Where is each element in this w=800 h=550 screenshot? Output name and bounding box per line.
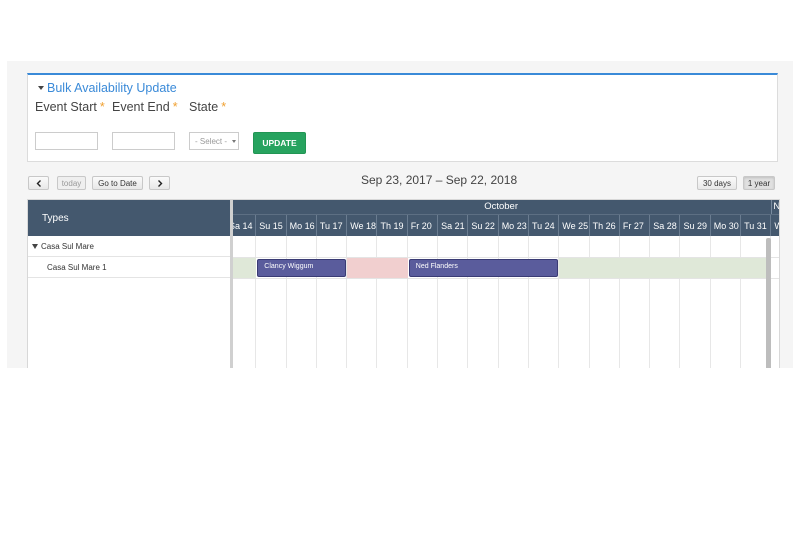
day-header-cell: Sa 21 <box>438 215 469 236</box>
resource-group-row[interactable]: Casa Sul Mare <box>28 236 230 257</box>
next-button[interactable] <box>149 176 170 190</box>
day-header-cell: Th 26 <box>590 215 620 236</box>
required-mark: * <box>172 100 178 114</box>
unavailability-band[interactable] <box>347 258 408 278</box>
day-grid-column[interactable] <box>559 236 590 368</box>
day-grid-column[interactable] <box>771 236 779 368</box>
caret-down-icon <box>38 86 44 90</box>
day-header-cell: Tu 31 <box>741 215 772 236</box>
row-line <box>233 278 779 279</box>
timeline: OctoberN Sa 14Su 15Mo 16Tu 17We 18Th 19F… <box>233 200 779 368</box>
day-header-cell: Sa 14 <box>233 215 257 236</box>
day-header-cell: Tu 17 <box>317 215 348 236</box>
event-end-label: Event End * <box>112 100 178 114</box>
day-header-cell: Mo 23 <box>499 215 529 236</box>
state-select[interactable]: - Select - <box>189 132 239 150</box>
day-grid-column[interactable] <box>347 236 378 368</box>
day-header-cell: Su 29 <box>681 215 711 236</box>
prev-button[interactable] <box>28 176 49 190</box>
scheduler: Types Casa Sul Mare Casa Sul Mare 1 Octo… <box>27 199 780 368</box>
day-header-cell: W <box>771 215 779 236</box>
resource-row[interactable]: Casa Sul Mare 1 <box>28 257 230 278</box>
day-grid-column[interactable] <box>317 236 348 368</box>
day-header-cell: Su 15 <box>256 215 287 236</box>
bulk-update-toggle[interactable]: Bulk Availability Update <box>38 81 177 95</box>
day-header-cell: Mo 16 <box>287 215 317 236</box>
state-label: State * <box>189 100 227 114</box>
date-range-title: Sep 23, 2017 – Sep 22, 2018 <box>361 173 518 187</box>
availability-band[interactable] <box>233 258 257 278</box>
day-grid-column[interactable] <box>468 236 499 368</box>
day-grid-column[interactable] <box>529 236 560 368</box>
day-header-cell: Sa 28 <box>650 215 681 236</box>
day-header-cell: Tu 24 <box>529 215 560 236</box>
dropdown-arrow-icon <box>232 139 237 143</box>
day-grid-column[interactable] <box>408 236 439 368</box>
day-header-cell: Fr 20 <box>408 215 439 236</box>
resource-column: Casa Sul Mare Casa Sul Mare 1 <box>28 236 231 368</box>
app-container: Bulk Availability Update Event Start * Ev… <box>7 61 793 368</box>
day-header-cell: Mo 30 <box>711 215 742 236</box>
chevron-left-icon <box>36 179 41 187</box>
update-button[interactable]: UPDATE <box>253 132 306 154</box>
day-header-cell: Su 22 <box>468 215 499 236</box>
day-grid-column[interactable] <box>287 236 317 368</box>
month-header-row: October N <box>233 200 779 215</box>
availability-band[interactable] <box>559 258 768 278</box>
go-to-date-button[interactable]: Go to Date <box>92 176 143 190</box>
month-label: N <box>773 201 779 212</box>
month-label: October <box>484 201 518 212</box>
today-button[interactable]: today <box>57 176 86 190</box>
day-grid-column[interactable] <box>590 236 620 368</box>
day-grid-column[interactable] <box>620 236 651 368</box>
bulk-update-title: Bulk Availability Update <box>47 81 177 95</box>
resource-label: Casa Sul Mare 1 <box>47 262 107 272</box>
resource-group-label: Casa Sul Mare <box>41 241 94 251</box>
day-header-cell: We 18 <box>347 215 378 236</box>
event-end-input[interactable] <box>112 132 175 150</box>
view-30-days-button[interactable]: 30 days <box>697 176 737 190</box>
day-grid-column[interactable] <box>650 236 681 368</box>
chevron-right-icon <box>157 179 162 187</box>
vertical-scrollbar[interactable] <box>766 238 771 368</box>
day-grid-column[interactable] <box>233 236 257 368</box>
booking-event[interactable]: Clancy Wiggum <box>257 259 347 277</box>
day-grid-column[interactable] <box>499 236 529 368</box>
day-grid-column[interactable] <box>681 236 711 368</box>
day-header-cell: Th 19 <box>378 215 408 236</box>
booking-event[interactable]: Ned Flanders <box>408 259 559 277</box>
required-mark: * <box>221 100 227 114</box>
expand-triangle-icon[interactable] <box>32 243 38 249</box>
event-start-input[interactable] <box>35 132 98 150</box>
day-grid-column[interactable] <box>711 236 742 368</box>
day-grid-column[interactable] <box>378 236 408 368</box>
day-header-cell: We 25 <box>559 215 590 236</box>
day-header-cell: Fr 27 <box>620 215 651 236</box>
view-1-year-button[interactable]: 1 year <box>743 176 775 190</box>
month-separator <box>771 200 773 214</box>
day-grid-column[interactable] <box>256 236 287 368</box>
required-mark: * <box>99 100 105 114</box>
event-start-label: Event Start * <box>35 100 105 114</box>
day-grid-column[interactable] <box>438 236 469 368</box>
day-header-row: Sa 14Su 15Mo 16Tu 17We 18Th 19Fr 20Sa 21… <box>233 215 779 236</box>
state-select-value: - Select - <box>195 136 228 146</box>
types-header: Types <box>28 200 230 236</box>
